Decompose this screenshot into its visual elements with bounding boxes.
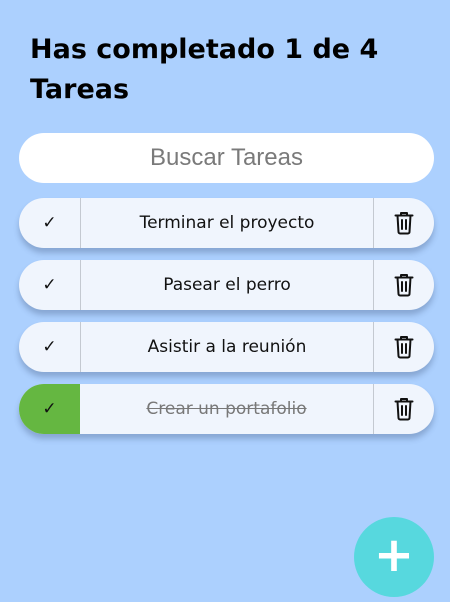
todo-text: Pasear el perro bbox=[163, 275, 291, 295]
todo-text: Asistir a la reunión bbox=[147, 337, 307, 357]
add-task-button[interactable]: + bbox=[354, 517, 434, 597]
check-button[interactable]: ✓ bbox=[19, 260, 81, 310]
todo-text: Terminar el proyecto bbox=[139, 213, 315, 233]
check-button[interactable]: ✓ bbox=[19, 384, 80, 434]
todo-item: ✓ Asistir a la reunión bbox=[19, 322, 434, 372]
todo-text: Crear un portafolio bbox=[146, 399, 307, 419]
check-button[interactable]: ✓ bbox=[19, 322, 81, 372]
delete-button[interactable] bbox=[373, 322, 434, 372]
page-title: Has completado 1 de 4 Tareas bbox=[30, 34, 379, 105]
delete-button[interactable] bbox=[373, 198, 434, 248]
trash-icon bbox=[394, 274, 414, 297]
todo-list: ✓ Terminar el proyecto ✓ Pasear el perro… bbox=[19, 198, 434, 446]
todo-item: ✓ Pasear el perro bbox=[19, 260, 434, 310]
todo-item: ✓ Terminar el proyecto bbox=[19, 198, 434, 248]
plus-icon: + bbox=[373, 527, 415, 583]
delete-button[interactable] bbox=[373, 384, 434, 434]
trash-icon bbox=[394, 212, 414, 235]
delete-button[interactable] bbox=[373, 260, 434, 310]
search-input[interactable] bbox=[19, 133, 434, 183]
trash-icon bbox=[394, 398, 414, 421]
trash-icon bbox=[394, 336, 414, 359]
todo-item-completed: ✓ Crear un portafolio bbox=[19, 384, 434, 434]
check-button[interactable]: ✓ bbox=[19, 198, 81, 248]
